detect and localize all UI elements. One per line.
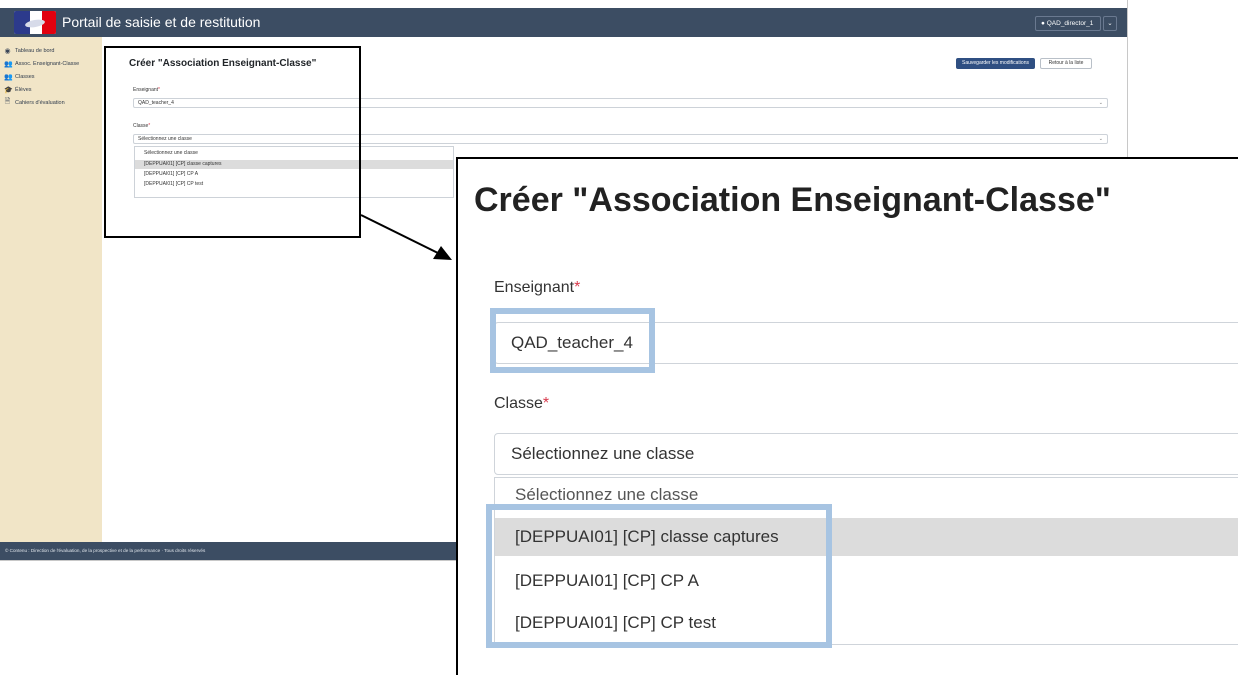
sidebar-item-tableau-de-bord[interactable]: ◉ Tableau de bord bbox=[4, 45, 54, 56]
sidebar-item-label: Tableau de bord bbox=[15, 47, 55, 54]
zoomed-form-panel: Créer "Association Enseignant-Classe" En… bbox=[456, 157, 1238, 675]
marianne-logo bbox=[14, 11, 56, 34]
sidebar-item-label: Assoc. Enseignant-Classe bbox=[15, 60, 80, 67]
sidebar-item-label: Classes bbox=[15, 73, 35, 80]
dashboard-icon: ◉ bbox=[4, 47, 11, 55]
top-navbar: Portail de saisie et de restitution ● QA… bbox=[0, 8, 1127, 37]
zoomed-classe-select[interactable]: Sélectionnez une classe bbox=[494, 433, 1238, 475]
options-highlight-box bbox=[486, 504, 832, 648]
save-button[interactable]: Sauvegarder les modifications bbox=[956, 58, 1035, 69]
user-name: QAD_director_1 bbox=[1046, 20, 1094, 27]
user-menu-button[interactable]: ● QAD_director_1 bbox=[1035, 16, 1101, 31]
app-title: Portail de saisie et de restitution bbox=[62, 14, 261, 30]
required-mark: * bbox=[574, 279, 581, 296]
sidebar-item-assoc-enseignant-classe[interactable]: 👥 Assoc. Enseignant-Classe bbox=[4, 58, 79, 69]
users-icon: 👥 bbox=[4, 60, 13, 68]
chevron-down-icon: ⌄ bbox=[1098, 100, 1103, 106]
focus-callout-box bbox=[104, 46, 361, 238]
zoomed-classe-label: Classe* bbox=[494, 395, 549, 413]
zoomed-page-title: Créer "Association Enseignant-Classe" bbox=[474, 181, 1111, 219]
classe-label-text: Classe bbox=[494, 395, 543, 412]
sidebar-item-eleves[interactable]: 🎓 Élèves bbox=[4, 84, 32, 95]
teacher-label-text: Enseignant bbox=[494, 279, 575, 296]
students-icon: 🎓 bbox=[4, 86, 13, 94]
back-to-list-button[interactable]: Retour à la liste bbox=[1040, 58, 1092, 69]
sidebar-item-label: Élèves bbox=[15, 86, 32, 93]
sidebar-item-label: Cahiers d'évaluation bbox=[15, 99, 65, 106]
sidebar-item-cahiers-evaluation[interactable]: 🗎 Cahiers d'évaluation bbox=[4, 97, 65, 108]
sidebar bbox=[0, 37, 102, 542]
sidebar-item-classes[interactable]: 👥 Classes bbox=[4, 71, 35, 82]
group-icon: 👥 bbox=[4, 73, 13, 81]
user-menu-caret-button[interactable]: ⌄ bbox=[1103, 16, 1117, 31]
teacher-highlight-box bbox=[490, 308, 655, 373]
chevron-down-icon: ⌄ bbox=[1098, 136, 1103, 142]
document-icon: 🗎 bbox=[4, 98, 11, 105]
zoomed-teacher-label: Enseignant* bbox=[494, 279, 580, 297]
required-mark: * bbox=[542, 395, 550, 412]
